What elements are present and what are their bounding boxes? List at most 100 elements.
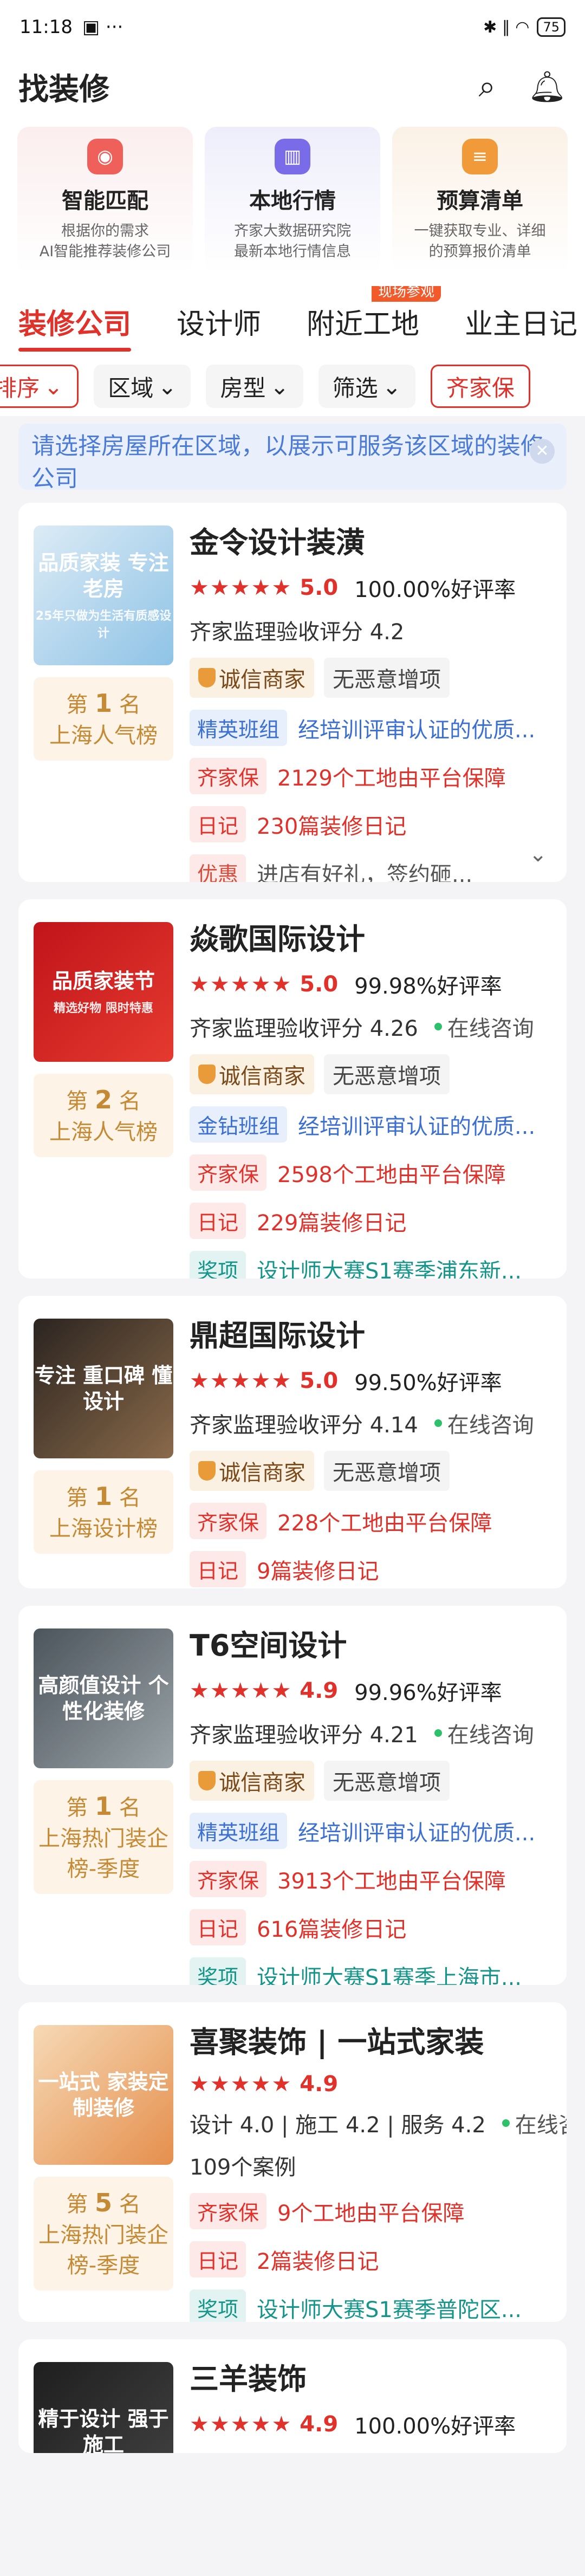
feature-label: 齐家保 <box>190 758 267 794</box>
merchant-tag: 诚信商家 <box>190 658 314 698</box>
company-name[interactable]: 金令设计装潢 <box>190 525 551 560</box>
stars-icon: ★★★★★ <box>190 1368 292 1393</box>
app-header: 找装修 ⌕ 🔔︎ <box>0 54 585 119</box>
feature-label: 日记 <box>190 806 246 842</box>
rank-value: 5 <box>94 2188 112 2217</box>
shield-icon <box>198 1771 216 1790</box>
feature-text: 设计师大赛S1赛季普陀区... <box>257 2297 522 2322</box>
rank-value: 1 <box>94 1482 112 1511</box>
case-count: 109个案例 <box>190 2155 296 2180</box>
tab-item[interactable]: 业主日记 <box>465 301 577 342</box>
filter-label: 房型 <box>220 374 266 401</box>
company-name[interactable]: 鼎超国际设计 <box>190 1319 551 1353</box>
online-label: 在线咨询 <box>515 2113 567 2138</box>
feature-icon: ▥ <box>275 139 310 174</box>
supervision-score: 设计 4.0 | 施工 4.2 | 服务 4.2 <box>190 2113 486 2138</box>
good-rate: 99.96%好评率 <box>354 1680 502 1705</box>
tab-badge: 现场参观 <box>372 286 441 302</box>
company-card[interactable]: 专注 重口碑 懂设计第 1 名上海设计榜 鼎超国际设计 ★★★★★ 5.0 99.50%… <box>18 1296 567 1588</box>
feature-card[interactable]: ◉ 智能匹配 根据你的需求 AI智能推荐装修公司 <box>17 127 193 273</box>
rating-score: 5.0 <box>300 972 339 997</box>
merchant-tag: 无恶意增项 <box>324 1761 450 1801</box>
feature-card[interactable]: ≡ 预算清单 一键获取专业、详细 的预算报价清单 <box>392 127 568 273</box>
company-thumbnail[interactable]: 品质家装节 精选好物 限时特惠 <box>34 922 173 1062</box>
supervision-row: 齐家监理验收评分 4.26 在线咨询 <box>190 1011 551 1042</box>
feature-row: 奖项 设计师大赛S1赛季上海市... <box>190 1957 551 1985</box>
online-consult[interactable]: 在线咨询 <box>502 2107 567 2139</box>
filter-button[interactable]: 排序 ⌄ <box>0 365 79 408</box>
rank-badge: 第 5 名上海热门装企榜-季度 <box>34 2177 173 2291</box>
rank-label: 上海人气榜 <box>49 1120 158 1145</box>
feature-label: 金钻班组 <box>190 1106 288 1143</box>
company-thumbnail[interactable]: 一站式 家装定制装修 <box>34 2025 173 2165</box>
filter-label: 齐家保 <box>446 374 515 401</box>
feature-label: 齐家保 <box>190 1861 267 1897</box>
filter-label: 筛选 <box>332 374 378 401</box>
search-icon[interactable]: ⌕ <box>479 69 496 105</box>
company-card[interactable]: 高颜值设计 个性化装修第 1 名上海热门装企榜-季度 T6空间设计 ★★★★★ 4.9… <box>18 1606 567 1985</box>
shield-icon <box>198 1461 216 1481</box>
feature-label: 优惠 <box>190 854 246 882</box>
company-info: 鼎超国际设计 ★★★★★ 5.0 99.50%好评率 齐家监理验收评分 4.14 在线咨询… <box>190 1319 551 1588</box>
rank-number: 第 5 名 <box>66 2188 141 2217</box>
feature-title: 本地行情 <box>249 189 336 213</box>
feature-label: 奖项 <box>190 1957 246 1985</box>
company-thumbnail[interactable]: 精于设计 强于施工 <box>34 2362 173 2453</box>
tab-item[interactable]: 装修公司 <box>18 301 132 352</box>
company-name[interactable]: T6空间设计 <box>190 1628 551 1663</box>
filter-button[interactable]: 筛选 ⌄ <box>318 365 415 408</box>
supervision-score: 齐家监理验收评分 4.26 <box>190 1016 418 1041</box>
filter-button[interactable]: 区域 ⌄ <box>94 365 191 408</box>
good-rate: 100.00%好评率 <box>354 2414 516 2439</box>
rank-label: 上海设计榜 <box>49 1516 158 1541</box>
close-icon[interactable]: ✕ <box>530 439 555 464</box>
feature-desc: 根据你的需求 AI智能推荐装修公司 <box>40 221 171 262</box>
company-thumbnail[interactable]: 高颜值设计 个性化装修 <box>34 1628 173 1768</box>
stars-icon: ★★★★★ <box>190 575 292 600</box>
rank-number: 第 1 名 <box>66 1482 141 1511</box>
feature-card[interactable]: ▥ 本地行情 齐家大数据研究院 最新本地行情信息 <box>205 127 380 273</box>
filter-button[interactable]: 齐家保 <box>430 365 530 408</box>
feature-row: 日记 616篇装修日记 <box>190 1909 551 1945</box>
online-consult[interactable]: 在线咨询 <box>434 1717 534 1749</box>
feature-text: 设计师大赛S1赛季上海市... <box>257 1965 522 1985</box>
online-consult[interactable]: 在线咨询 <box>434 1011 534 1042</box>
feature-label: 日记 <box>190 2241 246 2277</box>
company-thumbnail[interactable]: 品质家装 专注老房 25年只做为生活有质感设计 <box>34 525 173 665</box>
tag-label: 无恶意增项 <box>333 1064 441 1089</box>
feature-row: 金钻班组 经培训评审认证的优质... <box>190 1106 551 1143</box>
page-title: 找装修 <box>18 72 109 107</box>
company-thumb-column: 一站式 家装定制装修第 5 名上海热门装企榜-季度 <box>34 2025 173 2322</box>
company-thumbnail[interactable]: 专注 重口碑 懂设计 <box>34 1319 173 1458</box>
supervision-score: 齐家监理验收评分 4.14 <box>190 1413 418 1438</box>
company-card[interactable]: 品质家装 专注老房 25年只做为生活有质感设计第 1 名上海人气榜 金令设计装潢 ★★… <box>18 503 567 882</box>
company-name[interactable]: 焱歌国际设计 <box>190 922 551 957</box>
rating-score: 4.9 <box>300 2072 339 2097</box>
feature-text: 9个工地由平台保障 <box>277 2201 465 2226</box>
online-dot-icon <box>434 1023 442 1030</box>
company-card[interactable]: 品质家装节 精选好物 限时特惠第 2 名上海人气榜 焱歌国际设计 ★★★★★ 5.0 99… <box>18 899 567 1279</box>
rank-value: 1 <box>94 689 112 718</box>
tag-row: 诚信商家 无恶意增项 <box>190 1761 551 1801</box>
feature-row: 精英班组 经培训评审认证的优质... <box>190 1813 551 1849</box>
thumbnail-subtext: 25年只做为生活有质感设计 <box>35 609 172 640</box>
feature-title: 智能匹配 <box>62 189 148 213</box>
tab-item[interactable]: 设计师 <box>177 301 261 342</box>
tab-item[interactable]: 附近工地 现场参观 <box>307 286 441 342</box>
feature-icon: ≡ <box>462 139 498 174</box>
online-consult[interactable]: 在线咨询 <box>434 1407 534 1439</box>
company-card[interactable]: 一站式 家装定制装修第 5 名上海热门装企榜-季度 喜聚装饰 | 一站式家装 ★★★… <box>18 2002 567 2322</box>
rating-row: ★★★★★ 5.0 99.98%好评率 <box>190 969 551 1000</box>
bell-icon[interactable]: 🔔︎ <box>528 69 567 105</box>
tag-label: 无恶意增项 <box>333 667 441 692</box>
region-notice[interactable]: 请选择房屋所在区域，以展示可服务该区域的装修公司 ✕ <box>18 424 567 490</box>
page: 11:18 ▣ ··· ✱ ∥ ◠ 75 找装修 ⌕ 🔔︎ ◉ 智能匹配 根据你的需… <box>0 0 585 2576</box>
expand-chevron-icon[interactable]: ⌄ <box>529 842 547 867</box>
feature-label: 精英班组 <box>190 1813 288 1849</box>
company-card[interactable]: 精于设计 强于施工 三羊装饰 ★★★★★ 4.9 100.00%好评率 <box>18 2339 567 2453</box>
thumbnail-text: 品质家装 专注老房 <box>38 551 169 601</box>
company-name[interactable]: 喜聚装饰 | 一站式家装 <box>190 2025 551 2060</box>
filter-button[interactable]: 房型 ⌄ <box>206 365 303 408</box>
feature-text: 616篇装修日记 <box>257 1917 407 1942</box>
company-name[interactable]: 三羊装饰 <box>190 2362 551 2397</box>
